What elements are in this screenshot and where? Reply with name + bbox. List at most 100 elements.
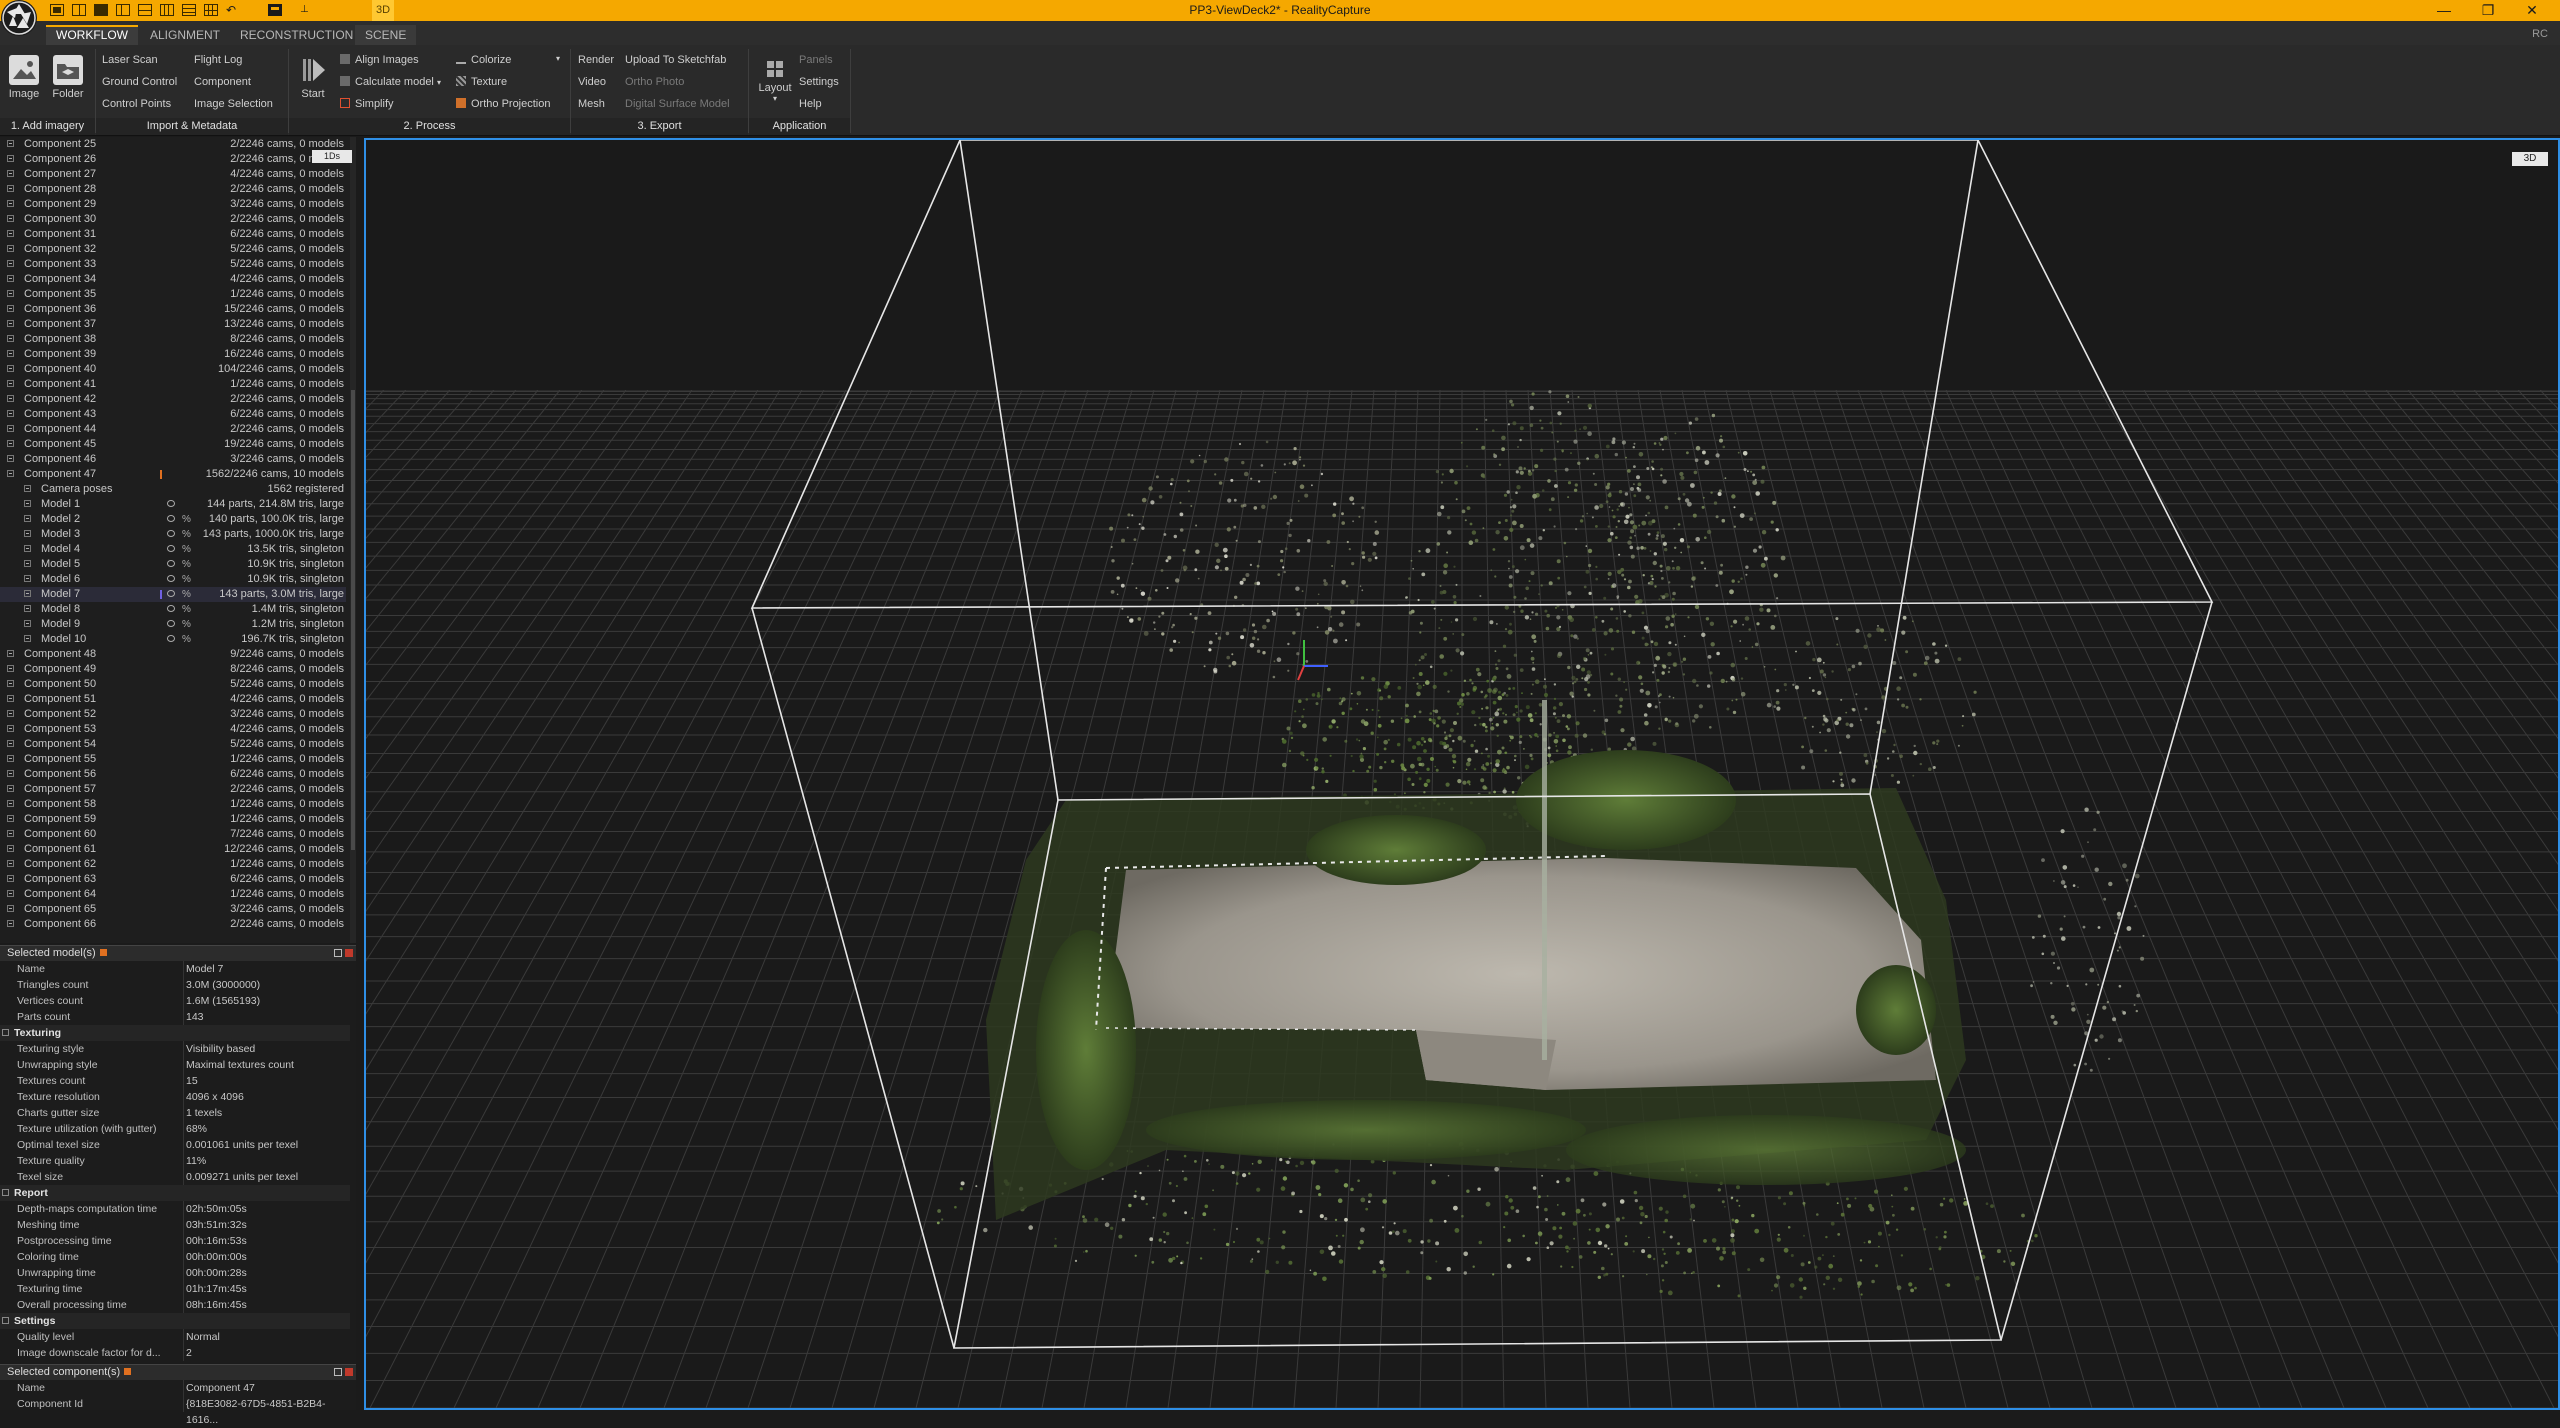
tree-item[interactable]: Component 59 1/2246 cams, 0 models [0, 812, 346, 827]
digital-surface-model-button[interactable]: Digital Surface Model [625, 98, 730, 110]
tree-item[interactable]: Component 54 5/2246 cams, 0 models [0, 737, 346, 752]
component-tree[interactable]: Component 25 2/2246 cams, 0 models Compone… [0, 137, 356, 943]
expand-icon[interactable] [7, 440, 14, 447]
scene-canvas[interactable] [366, 140, 2558, 1408]
tree-subitem[interactable]: Model 3% 143 parts, 1000.0K tris, large [0, 527, 346, 542]
tab-scene[interactable]: SCENE [355, 25, 417, 45]
tree-item[interactable]: Component 36 15/2246 cams, 0 models [0, 302, 346, 317]
expand-icon[interactable] [7, 200, 14, 207]
expand-icon[interactable] [24, 485, 31, 492]
1ds-view-badge[interactable]: 1Ds [312, 150, 352, 163]
tree-item[interactable]: Component 52 3/2246 cams, 0 models [0, 707, 346, 722]
image-button[interactable]: Image [4, 55, 44, 100]
laser-scan-button[interactable]: Laser Scan [102, 54, 158, 66]
tree-item[interactable]: Component 45 19/2246 cams, 0 models [0, 437, 346, 452]
expand-icon[interactable] [7, 395, 14, 402]
expand-icon[interactable] [7, 365, 14, 372]
app-logo[interactable] [1, 0, 37, 36]
expand-icon[interactable] [7, 170, 14, 177]
layout-chevron-icon[interactable]: ▾ [754, 94, 796, 103]
tab-alignment[interactable]: ALIGNMENT [140, 25, 230, 45]
tree-item[interactable]: Component 62 1/2246 cams, 0 models [0, 857, 346, 872]
expand-icon[interactable] [24, 620, 31, 627]
ortho-photo-button[interactable]: Ortho Photo [625, 76, 684, 88]
image-selection-button[interactable]: Image Selection [194, 98, 273, 110]
close-panel-icon[interactable] [345, 949, 353, 957]
visibility-eye-icon[interactable] [167, 515, 175, 522]
property-group[interactable]: Report [0, 1185, 350, 1201]
expand-icon[interactable] [7, 350, 14, 357]
expand-icon[interactable] [7, 215, 14, 222]
expand-icon[interactable] [7, 650, 14, 657]
expand-icon[interactable] [7, 275, 14, 282]
tree-subitem[interactable]: Model 2% 140 parts, 100.0K tris, large [0, 512, 346, 527]
tree-item[interactable]: Component 55 1/2246 cams, 0 models [0, 752, 346, 767]
expand-icon[interactable] [7, 815, 14, 822]
expand-icon[interactable] [7, 800, 14, 807]
expand-icon[interactable] [7, 875, 14, 882]
tree-item[interactable]: Component 43 6/2246 cams, 0 models [0, 407, 346, 422]
expand-icon[interactable] [7, 290, 14, 297]
visibility-eye-icon[interactable] [167, 500, 175, 507]
folder-button[interactable]: Folder [48, 55, 88, 100]
visibility-eye-icon[interactable] [167, 575, 175, 582]
collapse-icon[interactable] [2, 1029, 9, 1036]
calculate-model-button[interactable]: Calculate model ▾ [340, 76, 441, 88]
restore-icon[interactable]: ❐ [2468, 1, 2508, 19]
simplify-button[interactable]: Simplify [340, 98, 394, 110]
expand-icon[interactable] [7, 890, 14, 897]
upload-sketchfab-button[interactable]: Upload To Sketchfab [625, 54, 726, 66]
expand-icon[interactable] [7, 755, 14, 762]
expand-icon[interactable] [7, 710, 14, 717]
tree-subitem[interactable]: Camera poses 1562 registered [0, 482, 346, 497]
pin-icon[interactable] [334, 1368, 342, 1376]
video-button[interactable]: Video [578, 76, 606, 88]
tree-item[interactable]: Component 58 1/2246 cams, 0 models [0, 797, 346, 812]
texture-button[interactable]: Texture [456, 76, 507, 88]
expand-icon[interactable] [7, 680, 14, 687]
tree-item[interactable]: Component 50 5/2246 cams, 0 models [0, 677, 346, 692]
tree-item[interactable]: Component 27 4/2246 cams, 0 models [0, 167, 346, 182]
start-button[interactable]: Start [294, 55, 332, 100]
tree-item[interactable]: Component 49 8/2246 cams, 0 models [0, 662, 346, 677]
tree-item[interactable]: Component 48 9/2246 cams, 0 models [0, 647, 346, 662]
tree-subitem[interactable]: Model 4% 13.5K tris, singleton [0, 542, 346, 557]
collapse-icon[interactable] [2, 1189, 9, 1196]
3d-viewport[interactable]: 3D [364, 138, 2560, 1410]
expand-icon[interactable] [7, 155, 14, 162]
expand-icon[interactable] [7, 230, 14, 237]
expand-icon[interactable] [24, 605, 31, 612]
render-button[interactable]: Render [578, 54, 614, 66]
component-button[interactable]: Component [194, 76, 251, 88]
expand-icon[interactable] [7, 740, 14, 747]
tree-item[interactable]: Component 38 8/2246 cams, 0 models [0, 332, 346, 347]
align-images-button[interactable]: Align Images [340, 54, 419, 66]
tree-item[interactable]: Component 33 5/2246 cams, 0 models [0, 257, 346, 272]
tab-reconstruction[interactable]: RECONSTRUCTION [230, 25, 363, 45]
axis-gizmo[interactable] [1297, 640, 1328, 681]
expand-icon[interactable] [7, 140, 14, 147]
tree-item[interactable]: Component 57 2/2246 cams, 0 models [0, 782, 346, 797]
expand-icon[interactable] [7, 770, 14, 777]
expand-icon[interactable] [24, 545, 31, 552]
expand-icon[interactable] [24, 635, 31, 642]
tree-subitem[interactable]: Model 8% 1.4M tris, singleton [0, 602, 346, 617]
expand-icon[interactable] [7, 380, 14, 387]
panels-button[interactable]: Panels [799, 54, 833, 66]
expand-icon[interactable] [24, 500, 31, 507]
tree-item[interactable]: Component 53 4/2246 cams, 0 models [0, 722, 346, 737]
expand-icon[interactable] [7, 305, 14, 312]
visibility-eye-icon[interactable] [167, 530, 175, 537]
control-points-button[interactable]: Control Points [102, 98, 171, 110]
ortho-projection-button[interactable]: Ortho Projection [456, 98, 550, 110]
pin-icon[interactable] [334, 949, 342, 957]
tree-item[interactable]: Component 66 2/2246 cams, 0 models [0, 917, 346, 932]
visibility-eye-icon[interactable] [167, 635, 175, 642]
mesh-button[interactable]: Mesh [578, 98, 605, 110]
tree-item[interactable]: Component 34 4/2246 cams, 0 models [0, 272, 346, 287]
expand-icon[interactable] [7, 470, 14, 477]
tree-item[interactable]: Component 63 6/2246 cams, 0 models [0, 872, 346, 887]
property-group[interactable]: Texturing [0, 1025, 350, 1041]
expand-icon[interactable] [24, 560, 31, 567]
visibility-eye-icon[interactable] [167, 605, 175, 612]
